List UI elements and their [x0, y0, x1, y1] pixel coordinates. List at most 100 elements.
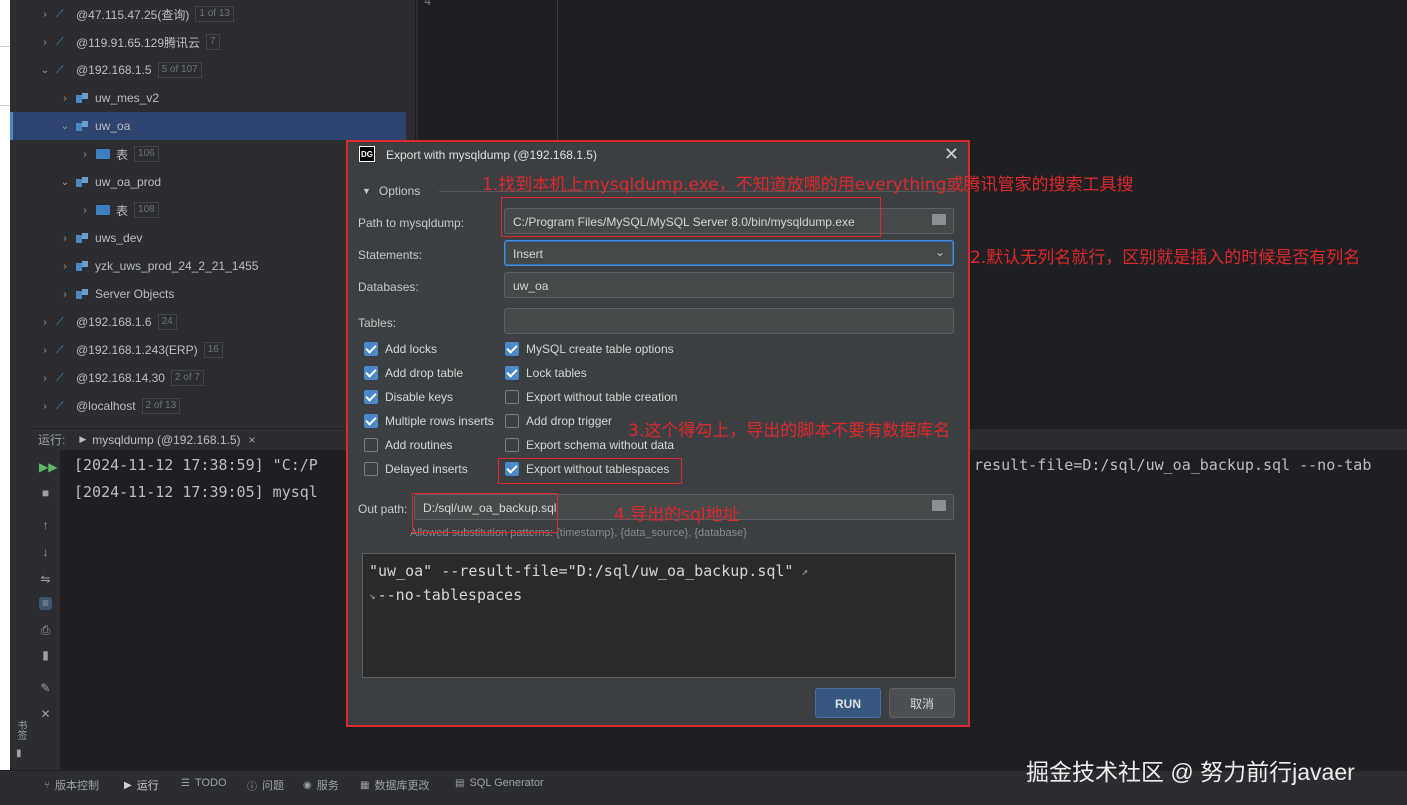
count-badge: 106 — [134, 146, 159, 162]
checkbox-label: Add drop table — [385, 366, 464, 380]
status-version-control[interactable]: ⑂ 版本控制 — [44, 777, 99, 793]
checkbox-option[interactable]: Add drop trigger — [505, 414, 612, 428]
tree-item-label: Server Objects — [95, 287, 175, 301]
run-tab-icon: ▶ — [79, 434, 87, 444]
run-tab[interactable]: ▶ mysqldump (@192.168.1.5) × — [79, 433, 255, 447]
tables-field[interactable] — [504, 308, 954, 334]
checkbox-option[interactable]: Add routines — [364, 438, 452, 452]
tree-item-label: uw_oa_prod — [95, 175, 162, 189]
bookmark-icon[interactable]: ▮ — [16, 748, 22, 759]
checkbox-checked[interactable] — [364, 366, 378, 380]
checkbox-unchecked[interactable] — [505, 438, 519, 452]
bookmarks-label[interactable]: 书签 — [13, 720, 28, 740]
annotation-3: 3.这个得勾上，导出的脚本不要有数据库名 — [628, 421, 951, 441]
command-text: "uw_oa" --result-file="D:/sql/uw_oa_back… — [369, 562, 794, 580]
checkbox-option[interactable]: Add locks — [364, 342, 437, 356]
status-db-changes[interactable]: ▦ 数据库更改 — [360, 777, 429, 793]
chevron-right-icon[interactable]: › — [40, 401, 50, 412]
close-icon[interactable]: × — [249, 433, 256, 447]
rerun-icon[interactable]: ▶▶ — [39, 461, 57, 474]
cancel-button[interactable]: 取消 — [889, 688, 955, 718]
arrow-up-icon[interactable]: ↑ — [39, 519, 52, 532]
count-badge: 2 of 13 — [141, 398, 181, 414]
statements-value: Insert — [513, 247, 544, 261]
checkbox-unchecked[interactable] — [364, 462, 378, 476]
chevron-down-icon[interactable]: ⌄ — [60, 121, 70, 132]
print-icon[interactable]: ⎙ — [39, 624, 52, 637]
tree-item-schema[interactable]: ⌄ uw_oa — [10, 112, 406, 140]
trash-icon[interactable]: ▮ — [39, 649, 52, 662]
checkbox-checked[interactable] — [364, 390, 378, 404]
checkbox-label: Export without table creation — [526, 390, 678, 404]
checkbox-checked[interactable] — [364, 342, 378, 356]
chevron-right-icon[interactable]: › — [40, 317, 50, 328]
databases-field[interactable]: uw_oa — [504, 272, 954, 298]
chevron-right-icon[interactable]: › — [80, 205, 90, 216]
chevron-right-icon[interactable]: › — [40, 9, 50, 20]
folder-icon — [96, 205, 110, 215]
tree-item-datasource[interactable]: › ⟋ @47.115.47.25(查询) 1 of 13 — [10, 0, 406, 28]
folder-icon[interactable] — [932, 214, 946, 225]
scroll-to-end-icon[interactable]: ≡ — [39, 597, 52, 610]
checkbox-label: Add drop trigger — [526, 414, 613, 428]
chevron-right-icon[interactable]: › — [60, 289, 70, 300]
status-item-label: TODO — [194, 777, 227, 789]
checkbox-option[interactable]: Disable keys — [364, 390, 453, 404]
chevron-right-icon[interactable]: › — [60, 261, 70, 272]
checkbox-option[interactable]: Lock tables — [505, 366, 587, 380]
close-icon[interactable]: ✕ — [39, 708, 52, 721]
checkbox-label: Export schema without data — [526, 438, 675, 452]
checkbox-unchecked[interactable] — [505, 414, 519, 428]
schema-icon — [76, 176, 89, 188]
checkbox-unchecked[interactable] — [364, 438, 378, 452]
checkbox-option[interactable]: Delayed inserts — [364, 462, 468, 476]
pin-icon[interactable]: ✎ — [39, 682, 52, 695]
close-icon[interactable]: ✕ — [944, 144, 959, 165]
tree-item-datasource[interactable]: › ⟋ @119.91.65.129腾讯云 7 — [10, 28, 406, 56]
checkbox-option[interactable]: Multiple rows inserts — [364, 414, 494, 428]
datasource-icon: ⟋ — [56, 400, 64, 412]
chevron-right-icon[interactable]: › — [60, 93, 70, 104]
dialog-title-bar[interactable]: DG Export with mysqldump (@192.168.1.5) … — [348, 142, 968, 168]
checkbox-unchecked[interactable] — [505, 390, 519, 404]
tree-item-schema[interactable]: › uw_mes_v2 — [10, 84, 406, 112]
datasource-icon: ⟋ — [56, 344, 64, 356]
chevron-right-icon[interactable]: › — [40, 37, 50, 48]
tree-item-datasource[interactable]: ⌄ ⟋ @192.168.1.5 5 of 107 — [10, 56, 406, 84]
chevron-down-icon[interactable]: ⌄ — [60, 177, 70, 188]
arrow-down-icon[interactable]: ↓ — [39, 546, 52, 559]
command-preview[interactable]: "uw_oa" --result-file="D:/sql/uw_oa_back… — [362, 553, 956, 678]
checkbox-label: Add locks — [385, 342, 438, 356]
folder-icon[interactable] — [932, 500, 946, 511]
checkbox-label: MySQL create table options — [526, 342, 674, 356]
run-button[interactable]: RUN — [815, 688, 881, 718]
checkbox-option[interactable]: Export without tablespaces — [505, 462, 669, 476]
stop-icon[interactable]: ■ — [39, 487, 52, 500]
run-panel-title: 运行: — [38, 433, 66, 447]
status-run[interactable]: ▶ 运行 — [124, 777, 159, 793]
chevron-right-icon[interactable]: › — [40, 345, 50, 356]
chevron-right-icon[interactable]: › — [80, 149, 90, 160]
status-todo[interactable]: ☰ TODO — [181, 777, 227, 789]
statements-select[interactable]: Insert ⌄ — [504, 240, 954, 266]
checkbox-checked[interactable] — [505, 342, 519, 356]
checkbox-checked[interactable] — [505, 462, 519, 476]
checkbox-option[interactable]: Export schema without data — [505, 438, 674, 452]
chevron-right-icon[interactable]: › — [60, 233, 70, 244]
soft-wrap-icon[interactable]: ⇋ — [39, 573, 52, 586]
checkbox-option[interactable]: MySQL create table options — [505, 342, 674, 356]
tree-item-label: @119.91.65.129腾讯云 — [76, 35, 201, 50]
tree-item-label: uw_mes_v2 — [95, 91, 160, 105]
chevron-right-icon[interactable]: › — [40, 373, 50, 384]
count-badge: 16 — [203, 342, 223, 358]
checkbox-checked[interactable] — [505, 366, 519, 380]
checkbox-option[interactable]: Export without table creation — [505, 390, 677, 404]
status-services[interactable]: ◉ 服务 — [303, 777, 339, 793]
tree-item-label: @localhost — [76, 399, 136, 413]
options-section-toggle[interactable]: ▼ Options — [362, 184, 420, 198]
status-sql-generator[interactable]: ▤ SQL Generator — [455, 777, 544, 789]
checkbox-option[interactable]: Add drop table — [364, 366, 463, 380]
checkbox-checked[interactable] — [364, 414, 378, 428]
chevron-down-icon[interactable]: ⌄ — [40, 65, 50, 76]
status-problems[interactable]: ⓘ 问题 — [247, 777, 284, 793]
